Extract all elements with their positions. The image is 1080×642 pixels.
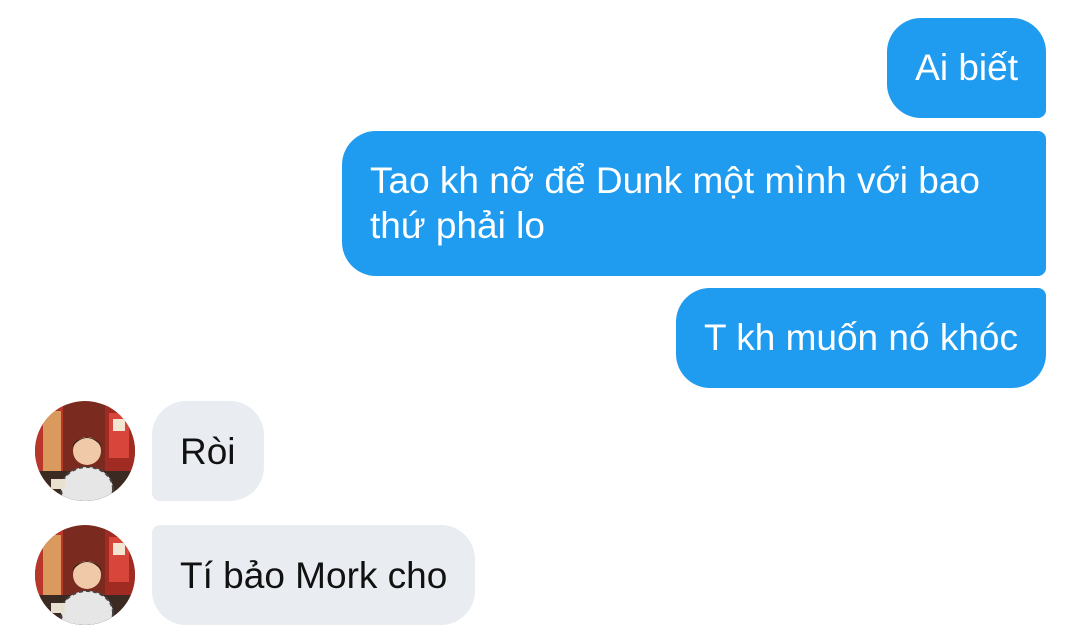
incoming-message-bubble[interactable]: Ròi bbox=[152, 401, 264, 501]
message-text: Ròi bbox=[180, 431, 236, 472]
outgoing-message-bubble[interactable]: Tao kh nỡ để Dunk một mình với bao thứ p… bbox=[342, 131, 1046, 276]
outgoing-message-bubble[interactable]: T kh muốn nó khóc bbox=[676, 288, 1046, 388]
outgoing-message-bubble[interactable]: Ai biết bbox=[887, 18, 1046, 118]
incoming-message-bubble[interactable]: Tí bảo Mork cho bbox=[152, 525, 476, 625]
message-text: Ai biết bbox=[915, 47, 1018, 88]
avatar-photo-icon bbox=[35, 401, 135, 501]
message-text: T kh muốn nó khóc bbox=[704, 317, 1018, 358]
message-text: Tí bảo Mork cho bbox=[180, 555, 448, 596]
chat-thread: Ai biết Tao kh nỡ để Dunk một mình với b… bbox=[0, 0, 1080, 642]
message-text: Tao kh nỡ để Dunk một mình với bao thứ p… bbox=[370, 160, 980, 246]
avatar-photo-icon bbox=[35, 525, 135, 625]
contact-avatar[interactable] bbox=[35, 401, 135, 501]
contact-avatar[interactable] bbox=[35, 525, 135, 625]
